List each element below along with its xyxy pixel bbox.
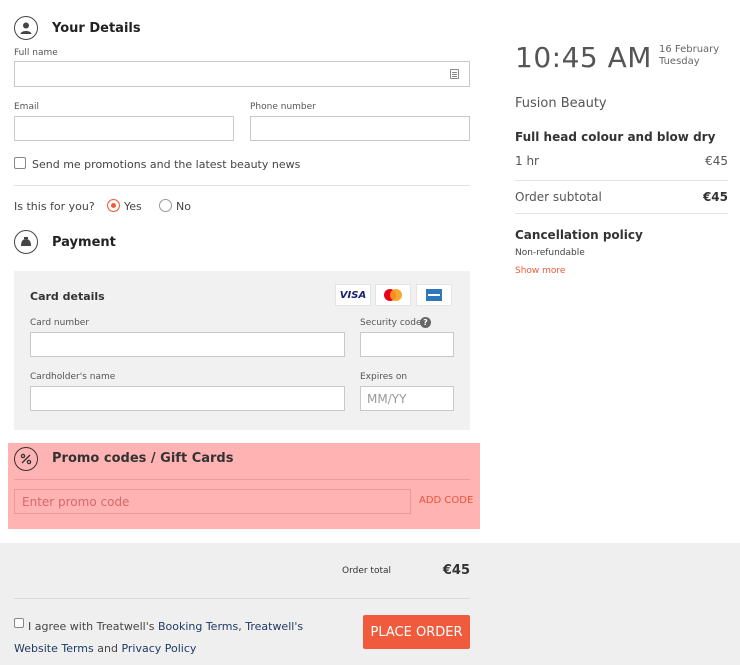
full-name-input[interactable] [14,61,470,87]
show-more-link[interactable]: Show more [515,266,565,276]
your-details-title: Your Details [52,21,141,36]
booking-terms-link[interactable]: Booking Terms [158,620,238,633]
amex-logo-icon [416,284,452,306]
for-you-yes-radio[interactable] [107,199,120,212]
for-you-no-label: No [176,200,191,213]
full-name-label: Full name [14,48,58,58]
details-divider [14,185,470,186]
summary-divider-2 [515,213,728,214]
agree-prefix: I agree with Treatwell's [28,620,158,633]
subtotal-value: €45 [702,190,728,204]
website-terms-link[interactable]: Website Terms [14,642,94,655]
treatwell-link[interactable]: Treatwell's [245,620,303,633]
appointment-weekday: Tuesday [659,56,700,67]
visa-logo-text: VISA [339,289,367,301]
agree-terms-checkbox[interactable] [14,618,24,628]
card-number-label: Card number [30,318,90,328]
payment-title: Payment [52,235,116,250]
cancellation-text: Non-refundable [515,248,585,258]
promo-divider [14,479,470,480]
phone-input[interactable] [250,116,470,141]
cardholder-input[interactable] [30,386,345,411]
wallet-icon [14,230,38,254]
cancellation-title: Cancellation policy [515,228,643,242]
order-total-label: Order total [342,566,392,576]
security-code-input[interactable] [360,332,454,357]
promo-code-input[interactable]: Enter promo code [14,489,411,514]
for-you-yes-label: Yes [124,200,142,213]
agree-and: and [93,642,122,655]
expires-label: Expires on [360,372,408,382]
summary-divider-1 [515,180,728,181]
place-order-button[interactable]: PLACE ORDER [363,615,470,649]
service-price: €45 [705,154,728,168]
card-number-input[interactable] [30,332,345,357]
cardholder-label: Cardholder's name [30,372,116,382]
security-code-label: Security code [360,318,422,328]
appointment-time: 10:45 AM [515,41,652,74]
percent-icon [14,447,38,471]
for-you-no-radio[interactable] [159,199,172,212]
email-label: Email [14,102,39,112]
expires-input[interactable]: MM/YY [360,386,454,411]
promotions-checkbox-label: Send me promotions and the latest beauty… [32,158,301,171]
help-icon[interactable]: ? [420,317,431,328]
promotions-checkbox[interactable] [14,157,26,169]
add-code-button[interactable]: ADD CODE [419,495,473,506]
visa-logo-icon: VISA [335,284,371,306]
service-duration: 1 hr [515,154,539,168]
privacy-policy-link[interactable]: Privacy Policy [121,642,196,655]
venue-name: Fusion Beauty [515,96,607,111]
user-icon [14,16,38,40]
email-input[interactable] [14,116,234,141]
subtotal-label: Order subtotal [515,190,602,204]
promo-title: Promo codes / Gift Cards [52,451,234,466]
appointment-date: 16 February [659,44,720,55]
card-details-title: Card details [30,290,105,303]
mastercard-logo-icon [375,284,411,306]
agree-terms-text-line2: Website Terms and Privacy Policy [14,638,196,660]
service-name: Full head colour and blow dry [515,130,716,144]
phone-label: Phone number [250,102,316,112]
footer-divider [14,598,470,599]
order-total-value: €45 [442,563,470,578]
for-you-question: Is this for you? [14,200,95,213]
contact-card-icon [450,69,459,79]
agree-terms-text: I agree with Treatwell's Booking Terms, … [28,616,328,638]
